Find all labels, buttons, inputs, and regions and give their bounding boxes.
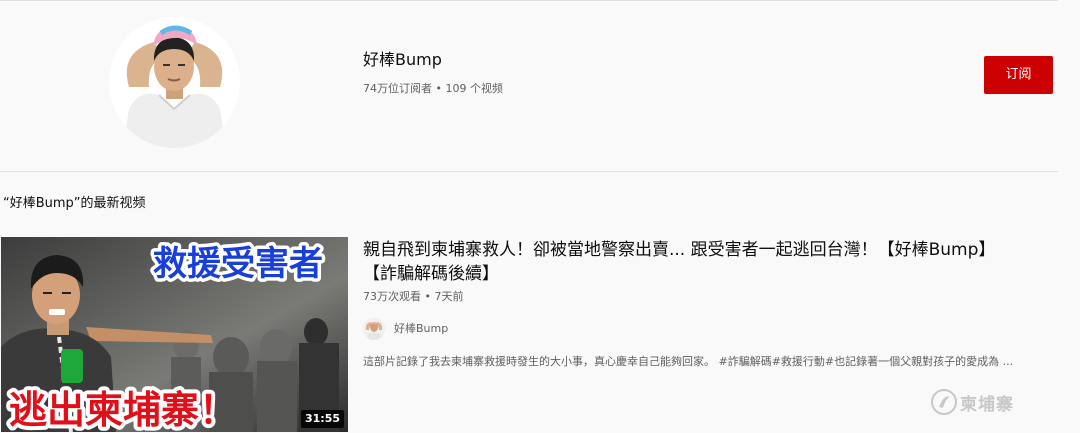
watermark-text: 柬埔寨 [960, 394, 1014, 415]
channel-avatar[interactable] [109, 17, 240, 148]
video-owner[interactable]: 好棒Bump [363, 318, 448, 340]
watermark: 柬埔寨 [930, 388, 1014, 416]
section-title: “好棒Bump”的最新视频 [3, 196, 146, 211]
video-stats: 73万次观看 • 7天前 [363, 290, 464, 303]
subscribe-button[interactable]: 订阅 [984, 56, 1053, 94]
channel-stats: 74万位订阅者 • 109 个视频 [363, 82, 503, 95]
thumbnail-caption-top: 救援受害者 [153, 244, 323, 284]
video-thumbnail[interactable]: 救援受害者 救援受害者 逃出柬埔寨！ 逃出柬埔寨！ 31:55 [1, 237, 348, 432]
video-title-link[interactable]: 親自飛到柬埔寨救人！卻被當地警察出賣... 跟受害者一起逃回台灣！【好棒Bump… [363, 238, 1013, 286]
owner-avatar-image [363, 318, 385, 340]
watermark-logo-icon [931, 389, 957, 415]
video-description: 這部片記錄了我去柬埔寨救援時發生的大小事，真心慶幸自己能夠回家。 #詐騙解碼#救… [363, 355, 1014, 368]
owner-name[interactable]: 好棒Bump [394, 321, 448, 337]
channel-avatar-image [109, 17, 240, 148]
channel-name[interactable]: 好棒Bump [363, 50, 442, 70]
thumbnail-caption-bottom: 逃出柬埔寨！ [9, 388, 237, 432]
channel-card: 好棒Bump 74万位订阅者 • 109 个视频 订阅 [0, 1, 1058, 171]
video-thumbnail-image: 救援受害者 救援受害者 逃出柬埔寨！ 逃出柬埔寨！ [1, 237, 348, 432]
owner-avatar[interactable] [363, 318, 385, 340]
video-duration-badge: 31:55 [300, 410, 344, 428]
section-divider [0, 171, 1058, 172]
